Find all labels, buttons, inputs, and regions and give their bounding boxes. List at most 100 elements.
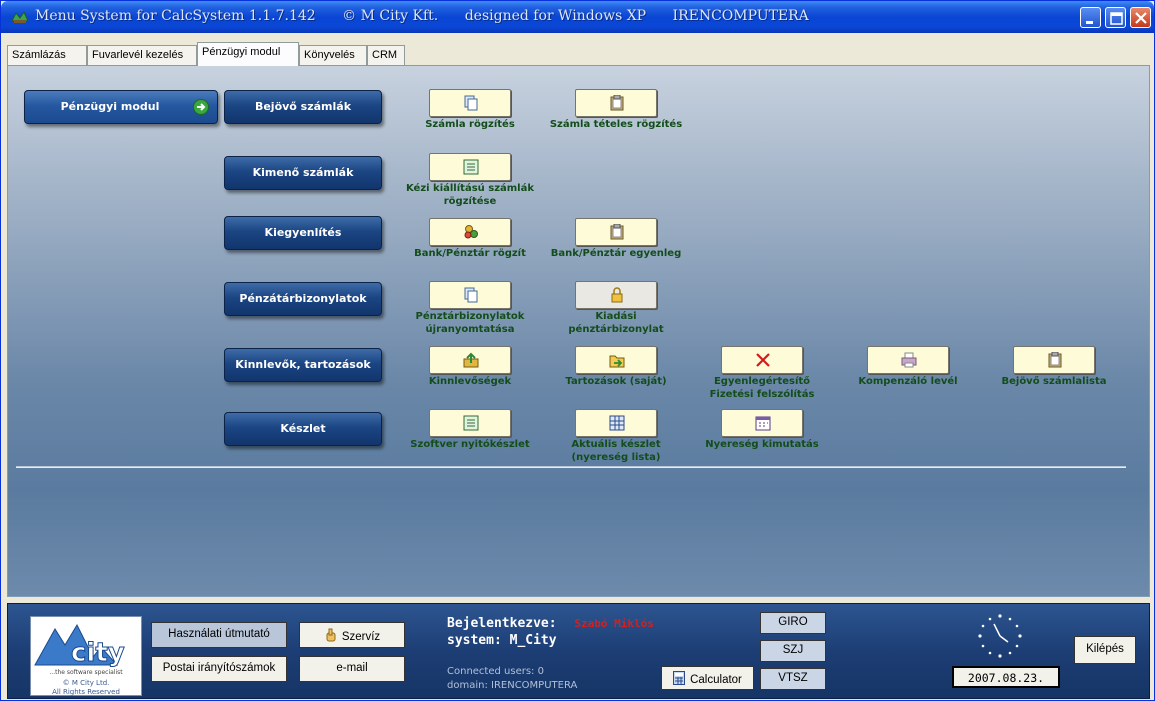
manual-button[interactable]: Használati útmutató (151, 622, 287, 648)
action-label: Kinnlevőségek (428, 376, 512, 387)
action-button[interactable] (721, 346, 803, 374)
action-button[interactable] (429, 409, 511, 437)
app-icon (11, 10, 29, 23)
action-nyereseg[interactable]: Nyereség kimutatás (682, 409, 842, 451)
szj-button[interactable]: SZJ (760, 640, 826, 662)
close-button[interactable] (1130, 7, 1151, 28)
category-kimeno[interactable]: Kimenő számlák (224, 156, 382, 190)
clipboard-icon (1048, 352, 1062, 368)
action-kezi-szamla[interactable]: Kézi kiállítású számlák rögzítése (390, 153, 550, 208)
action-bank-rogzit[interactable]: Bank/Pénztár rögzít (390, 218, 550, 260)
action-penztar-ujranyomtatas[interactable]: Pénztárbizonylatok újranyomtatása (390, 281, 550, 336)
giro-button[interactable]: GIRO (760, 612, 826, 634)
calculator-icon (673, 671, 686, 685)
action-button[interactable] (575, 218, 657, 246)
action-button[interactable] (867, 346, 949, 374)
action-label: Számla rögzítés (425, 119, 515, 130)
x-icon (756, 353, 770, 367)
action-label: Kézi kiállítású számlák rögzítése (405, 183, 535, 207)
users-icon (464, 225, 478, 239)
svg-text:city: city (71, 638, 125, 668)
maximize-icon (1110, 12, 1123, 25)
tab-penzugyi[interactable]: Pénzügyi modul (197, 42, 299, 66)
calculator-button[interactable]: Calculator (661, 666, 754, 690)
action-button[interactable] (429, 281, 511, 309)
title-app: Menu System for CalcSystem 1.1.7.142 (35, 8, 316, 24)
title-computer: IRENCOMPUTERA (672, 8, 809, 24)
window-title: Menu System for CalcSystem 1.1.7.142 © M… (35, 8, 831, 24)
action-tartozasok[interactable]: Tartozások (saját) (536, 346, 696, 388)
copyright-line2: All Rights Reserved (52, 688, 120, 696)
exit-button[interactable]: Kilépés (1074, 636, 1136, 664)
title-bar[interactable]: Menu System for CalcSystem 1.1.7.142 © M… (1, 1, 1154, 33)
action-label: Bank/Pénztár rögzít (414, 248, 526, 259)
action-label: Számla tételes rögzítés (549, 119, 683, 130)
action-button[interactable] (575, 346, 657, 374)
grid-icon (609, 415, 625, 431)
action-label: Aktuális készlet (nyereség lista) (571, 439, 661, 463)
domain-name: domain: IRENCOMPUTERA (447, 680, 578, 691)
maximize-button[interactable] (1105, 7, 1126, 28)
action-kompenzalo[interactable]: Kompenzáló levél (828, 346, 988, 388)
action-bank-egyenleg[interactable]: Bank/Pénztár egyenleg (536, 218, 696, 260)
category-keszlet[interactable]: Készlet (224, 412, 382, 446)
postal-codes-button[interactable]: Postai irányítószámok (151, 656, 287, 682)
clock-icon (978, 614, 1022, 658)
category-kiegyenlites[interactable]: Kiegyenlítés (224, 216, 382, 250)
company-logo: city ...the software specialist © M City… (30, 616, 142, 696)
category-kinnlevok[interactable]: Kinnlevők, tartozások (224, 348, 382, 382)
action-label: Kompenzáló levél (858, 376, 958, 387)
list-icon (463, 415, 479, 431)
clipboard-icon (610, 95, 624, 111)
copy-icon (464, 287, 478, 303)
folder-arrow-icon (609, 355, 625, 368)
copy-icon (464, 95, 478, 111)
action-button[interactable] (429, 218, 511, 246)
tab-konyveles[interactable]: Könyvelés (299, 45, 367, 65)
system-name: system: M_City (447, 633, 557, 648)
action-bejovo-szamlalista[interactable]: Bejövő számlalista (974, 346, 1134, 388)
arrow-right-icon (193, 99, 209, 115)
close-icon (1135, 12, 1147, 24)
action-button[interactable] (721, 409, 803, 437)
action-button[interactable] (429, 346, 511, 374)
action-aktualis-keszlet[interactable]: Aktuális készlet (nyereség lista) (536, 409, 696, 464)
action-label: Egyenlegértesítő Fizetési felszólítás (709, 376, 815, 400)
tab-szamlazas[interactable]: Számlázás (7, 45, 87, 65)
action-szoftver-nyitokeszlet[interactable]: Szoftver nyitókészlet (390, 409, 550, 451)
lock-icon (611, 287, 623, 303)
printer-icon (901, 352, 917, 368)
vtsz-button[interactable]: VTSZ (760, 668, 826, 690)
action-label: Bejövő számlalista (1001, 376, 1107, 387)
logged-in-label: Bejelentkezve: (447, 616, 557, 631)
category-bejovo[interactable]: Bejövő számlák (224, 90, 382, 124)
action-egyenlegertesito[interactable]: Egyenlegértesítő Fizetési felszólítás (682, 346, 842, 401)
minimize-button[interactable] (1080, 7, 1101, 28)
export-icon (463, 352, 479, 368)
action-button[interactable] (1013, 346, 1095, 374)
mountain-logo-icon: city (34, 623, 125, 669)
action-kiadasi-penztar[interactable]: Kiadási pénztárbizonylat (536, 281, 696, 336)
action-szamla-teteles[interactable]: Számla tételes rögzítés (536, 89, 696, 131)
divider (16, 466, 1126, 468)
service-button[interactable]: Szervíz (299, 622, 405, 648)
action-button[interactable] (429, 89, 511, 117)
email-button[interactable]: e-mail (299, 656, 405, 682)
action-button[interactable] (429, 153, 511, 181)
action-szamla-rogzites[interactable]: Számla rögzítés (390, 89, 550, 131)
category-penztar[interactable]: Pénzátárbizonylatok (224, 282, 382, 316)
action-label: Kiadási pénztárbizonylat (568, 311, 664, 335)
action-label: Szoftver nyitókészlet (410, 439, 530, 450)
action-button[interactable] (575, 409, 657, 437)
action-label: Bank/Pénztár egyenleg (550, 248, 682, 259)
action-kinnlevosegek[interactable]: Kinnlevőségek (390, 346, 550, 388)
copyright-line1: © M City Ltd. (62, 679, 110, 687)
action-button[interactable] (575, 281, 657, 309)
main-module-button[interactable]: Pénzügyi modul (24, 90, 218, 124)
tab-crm[interactable]: CRM (367, 45, 405, 65)
tab-fuvarlevel[interactable]: Fuvarlevél kezelés (87, 45, 197, 65)
title-platform: designed for Windows XP (464, 8, 647, 24)
app-window: Menu System for CalcSystem 1.1.7.142 © M… (0, 0, 1155, 701)
action-button[interactable] (575, 89, 657, 117)
list-icon (463, 159, 479, 175)
